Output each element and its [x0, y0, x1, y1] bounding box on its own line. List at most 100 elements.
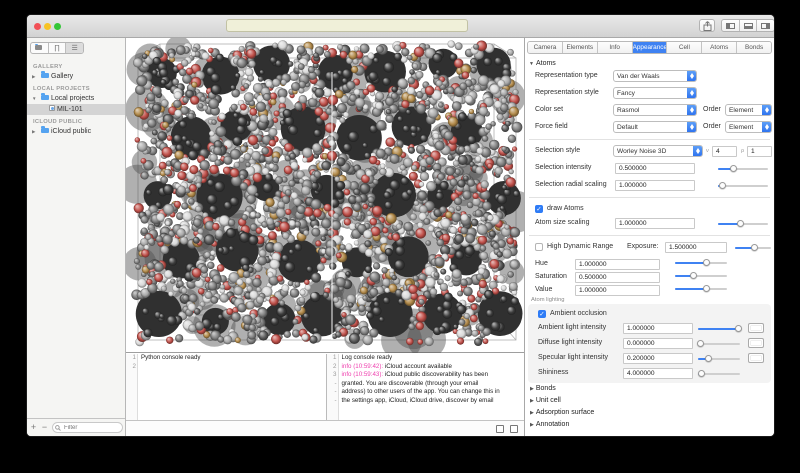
slider-thumb[interactable]	[703, 285, 710, 292]
tab-cell[interactable]: Cell	[667, 42, 702, 53]
slider-thumb[interactable]	[690, 272, 697, 279]
tab-camera[interactable]: Camera	[528, 42, 563, 53]
sidebar-section-header: ICLOUD PUBLIC	[27, 115, 125, 126]
popup-chevrons-icon	[687, 88, 696, 98]
python-console[interactable]: 1Python console ready2	[126, 354, 327, 422]
slider[interactable]	[698, 343, 740, 345]
section-header-annotation[interactable]: ▶Annotation	[525, 419, 774, 431]
tab-appearance[interactable]: Appearance	[633, 42, 668, 53]
row-label: Diffuse light intensity	[538, 339, 602, 346]
group-label: Atom lighting	[525, 295, 774, 304]
slider[interactable]	[698, 358, 740, 360]
slider-thumb[interactable]	[698, 370, 705, 377]
popup-button[interactable]: Worley Noise 3D	[613, 145, 703, 157]
sidebar-item-mil-101[interactable]: MIL-101	[27, 104, 125, 115]
value-field[interactable]: 0.000000	[623, 338, 693, 349]
slider[interactable]	[675, 275, 727, 277]
color-well[interactable]	[748, 338, 764, 348]
slider[interactable]	[675, 288, 727, 290]
chevron-down-icon[interactable]: ▼	[32, 93, 36, 104]
tab-atoms[interactable]: Atoms	[702, 42, 737, 53]
value-field[interactable]: 1.000000	[575, 285, 660, 296]
slider-thumb[interactable]	[719, 182, 726, 189]
popup-button[interactable]: Fancy	[613, 87, 697, 99]
value-field[interactable]: 1.000000	[623, 323, 693, 334]
inspector-row: High Dynamic RangeExposure:1.500000	[525, 239, 774, 256]
projects-segment[interactable]	[31, 43, 49, 53]
slider-thumb[interactable]	[703, 259, 710, 266]
slider[interactable]	[675, 262, 727, 264]
checkbox[interactable]: ✓	[535, 205, 543, 213]
toggle-right-panel-button[interactable]	[757, 20, 774, 31]
console-left-toggle-button[interactable]	[496, 425, 504, 433]
popup-button[interactable]: Van der Waals	[613, 70, 697, 82]
inspector-row: Selection intensity 0.500000	[525, 160, 774, 177]
chevron-right-icon[interactable]: ▶	[32, 71, 35, 82]
add-project-button[interactable]: +	[28, 421, 39, 433]
sidebar-item-gallery[interactable]: ▶Gallery	[27, 71, 125, 82]
section-header-adsorption-surface[interactable]: ▶Adsorption surface	[525, 407, 774, 419]
popup-button[interactable]: Element	[725, 104, 772, 116]
filter-input[interactable]	[52, 422, 123, 433]
zoom-button[interactable]	[54, 23, 61, 30]
value-field[interactable]: 1.000000	[615, 180, 695, 191]
popup-button[interactable]: Default	[613, 121, 697, 133]
slider[interactable]	[735, 247, 771, 249]
color-well[interactable]	[748, 323, 764, 333]
sidebar-item-icloud-public[interactable]: ▶iCloud public	[27, 126, 125, 137]
value-field[interactable]: 4.000000	[623, 368, 693, 379]
section-header-atoms[interactable]: ▼Atoms	[525, 57, 774, 68]
gallery-segment[interactable]: ∏	[49, 43, 67, 53]
close-button[interactable]	[34, 23, 41, 30]
slider-thumb[interactable]	[737, 220, 744, 227]
slider-thumb[interactable]	[697, 340, 704, 347]
sidebar-footer: + −	[27, 418, 125, 436]
value-field[interactable]: 1.000000	[575, 259, 660, 270]
tab-bonds[interactable]: Bonds	[737, 42, 771, 53]
slider-thumb[interactable]	[751, 244, 758, 251]
slider-thumb[interactable]	[735, 325, 742, 332]
slider[interactable]	[718, 185, 768, 187]
sidebar-item-local-projects[interactable]: ▼Local projects	[27, 93, 125, 104]
slider[interactable]	[718, 223, 768, 225]
toggle-bottom-panel-button[interactable]	[740, 20, 758, 31]
value-field[interactable]: 1.500000	[665, 242, 727, 253]
section-header-unit-cell[interactable]: ▶Unit cell	[525, 395, 774, 407]
popup-button[interactable]: Rasmol	[613, 104, 697, 116]
toggle-left-panel-button[interactable]	[722, 20, 740, 31]
row-label: Representation type	[535, 72, 598, 79]
checkbox-label: Ambient occlusion	[550, 310, 607, 317]
line-number: 3	[327, 371, 337, 380]
bottom-panel-icon	[744, 23, 753, 29]
row-label: Selection intensity	[535, 164, 591, 171]
value-field[interactable]: 4	[712, 146, 737, 157]
remove-project-button[interactable]: −	[39, 421, 50, 433]
popup-button[interactable]: Element	[725, 121, 772, 133]
log-console[interactable]: 1Log console ready2info (10:59:42): iClo…	[327, 354, 527, 422]
list-segment[interactable]: ☰	[66, 43, 83, 53]
value-field[interactable]: 1	[747, 146, 772, 157]
slider[interactable]	[698, 328, 740, 330]
share-button[interactable]	[699, 19, 715, 32]
value-field[interactable]: 0.500000	[615, 163, 695, 174]
chevron-right-icon[interactable]: ▶	[32, 126, 35, 137]
checkbox[interactable]	[535, 243, 543, 251]
color-well[interactable]	[748, 353, 764, 363]
console-right-toggle-button[interactable]	[510, 425, 518, 433]
section-header-bonds[interactable]: ▶Bonds	[525, 383, 774, 395]
value-field[interactable]: 1.000000	[615, 218, 695, 229]
line-number: -	[327, 388, 337, 397]
slider-thumb[interactable]	[705, 355, 712, 362]
minimize-button[interactable]	[44, 23, 51, 30]
tab-info[interactable]: Info	[598, 42, 633, 53]
molecule-viewport[interactable]	[126, 38, 526, 353]
value-field[interactable]: 0.500000	[575, 272, 660, 283]
disclosure-right-icon: ▶	[530, 398, 534, 404]
slider-thumb[interactable]	[730, 165, 737, 172]
tab-elements[interactable]: Elements	[563, 42, 598, 53]
line-number: 1	[327, 354, 337, 363]
slider[interactable]	[718, 168, 768, 170]
slider[interactable]	[698, 373, 740, 375]
value-field[interactable]: 0.200000	[623, 353, 693, 364]
checkbox[interactable]: ✓	[538, 310, 546, 318]
